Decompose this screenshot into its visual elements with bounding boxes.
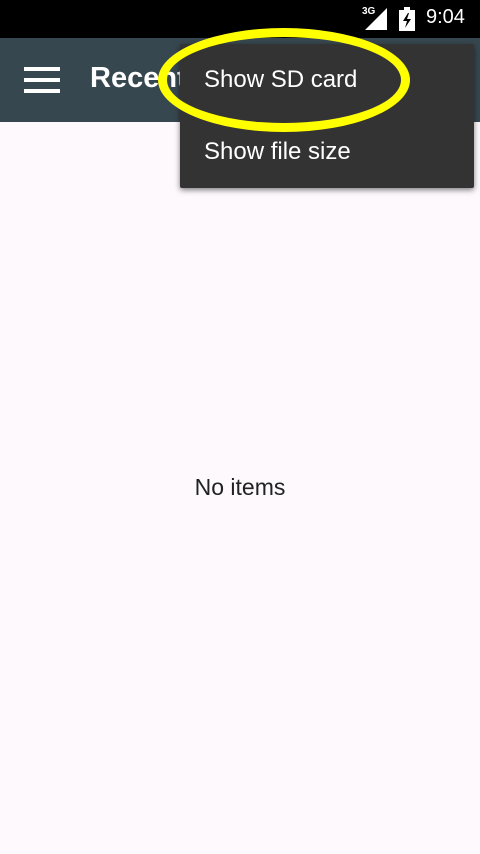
- clock: 9:04: [426, 6, 465, 28]
- overflow-menu: Show SD card Show file size: [180, 44, 474, 188]
- toolbar-title: Recent: [90, 62, 187, 94]
- signal-icon: [365, 8, 387, 30]
- menu-item-show-sd-card[interactable]: Show SD card: [180, 44, 474, 116]
- status-bar: 3G 9:04: [0, 0, 480, 38]
- hamburger-menu-icon[interactable]: [24, 67, 60, 93]
- battery-charging-icon: [399, 7, 415, 31]
- empty-state-text: No items: [194, 474, 286, 500]
- menu-item-show-file-size[interactable]: Show file size: [180, 116, 474, 188]
- menu-item-label: Show file size: [204, 138, 351, 165]
- menu-item-label: Show SD card: [204, 66, 358, 93]
